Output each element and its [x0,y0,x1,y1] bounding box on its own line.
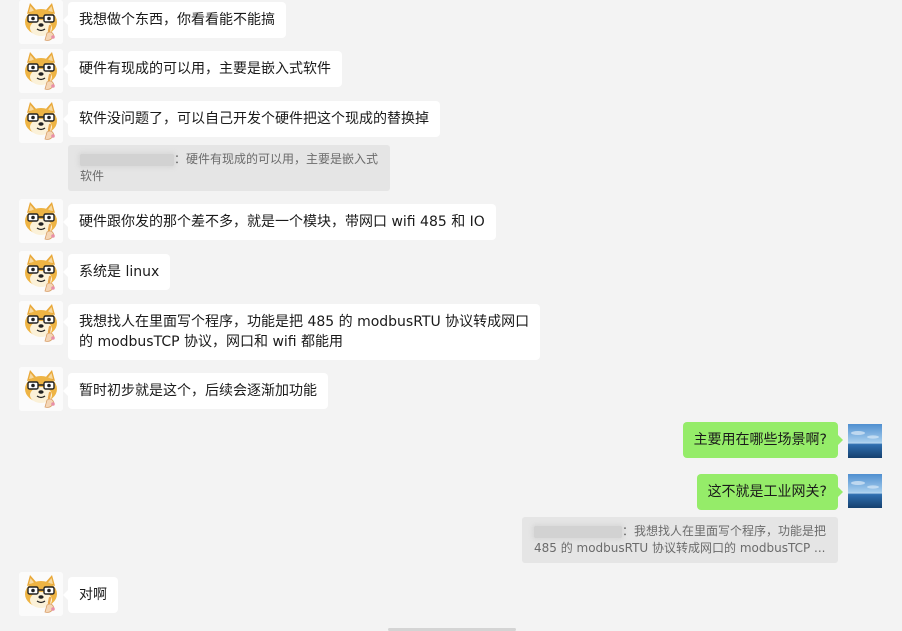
message-text: 暂时初步就是这个，后续会逐渐加功能 [79,383,317,399]
my-avatar[interactable] [848,474,882,508]
message-bubble[interactable]: 暂时初步就是这个，后续会逐渐加功能 [63,373,328,409]
message-text-line1: 我想找人在里面写个程序，功能是把 485 的 modbusRTU 协议转成网口 [79,314,530,330]
message-bubble[interactable]: 软件没问题了，可以自己开发个硬件把这个现成的替换掉 [63,101,440,137]
shiba-doge-avatar-icon [19,0,63,44]
blurred-sender-name [80,153,174,166]
message-bubble[interactable]: 硬件有现成的可以用，主要是嵌入式软件 [63,51,342,87]
my-avatar[interactable] [848,424,882,458]
contact-avatar[interactable] [19,572,63,616]
quote-text-line2: 软件 [80,169,105,183]
message-text: 软件没问题了，可以自己开发个硬件把这个现成的替换掉 [79,111,429,127]
contact-avatar[interactable] [19,0,63,44]
quote-text-line1: ：硬件有现成的可以用，主要是嵌入式 [174,152,379,166]
contact-avatar[interactable] [19,301,63,345]
message-bubble[interactable]: 我想做个东西，你看看能不能搞 [63,2,286,38]
shiba-doge-avatar-icon [19,49,63,93]
quote-text-line2: 485 的 modbusRTU 协议转成网口的 modbusTCP ... [533,541,826,555]
shiba-doge-avatar-icon [19,251,63,295]
my-message-bubble[interactable]: 这不就是工业网关? [696,474,844,510]
quote-text-line1: ：我想找人在里面写个程序，功能是把 [621,524,826,538]
message-bubble[interactable]: 系统是 linux [62,254,171,290]
chat-message-list[interactable]: 我想做个东西，你看看能不能搞 硬件有现成的可以用，主要是嵌入式软件 软件没问题了… [0,0,902,631]
contact-avatar[interactable] [19,199,63,243]
message-text: 对啊 [79,587,107,603]
message-text: 主要用在哪些场景啊? [693,432,827,448]
message-text: 这不就是工业网关? [707,484,827,500]
message-text: 硬件有现成的可以用，主要是嵌入式软件 [79,61,331,77]
ocean-sky-avatar-icon [848,424,882,458]
contact-avatar[interactable] [19,49,63,93]
message-bubble[interactable]: 硬件跟你发的那个差不多，就是一个模块，带网口 wifi 485 和 IO [63,204,496,240]
shiba-doge-avatar-icon [19,572,63,616]
my-message-bubble[interactable]: 主要用在哪些场景啊? [682,422,844,458]
quoted-message[interactable]: ：我想找人在里面写个程序，功能是把 485 的 modbusRTU 协议转成网口… [521,517,838,563]
shiba-doge-avatar-icon [19,199,63,243]
quoted-message[interactable]: ：硬件有现成的可以用，主要是嵌入式 软件 [68,145,391,191]
shiba-doge-avatar-icon [19,301,63,345]
message-bubble[interactable]: 我想找人在里面写个程序，功能是把 485 的 modbusRTU 协议转成网口 … [62,304,541,360]
message-text-line2: 的 modbusTCP 协议，网口和 wifi 都能用 [79,334,344,350]
ocean-sky-avatar-icon [848,474,882,508]
blurred-sender-name [533,525,622,538]
shiba-doge-avatar-icon [19,367,63,411]
shiba-doge-avatar-icon [19,99,63,143]
contact-avatar[interactable] [19,251,63,295]
message-bubble[interactable]: 对啊 [63,577,118,613]
message-text: 我想做个东西，你看看能不能搞 [79,12,275,28]
contact-avatar[interactable] [19,99,63,143]
contact-avatar[interactable] [19,367,63,411]
message-text: 硬件跟你发的那个差不多，就是一个模块，带网口 wifi 485 和 IO [79,214,485,230]
message-text: 系统是 linux [79,264,160,280]
